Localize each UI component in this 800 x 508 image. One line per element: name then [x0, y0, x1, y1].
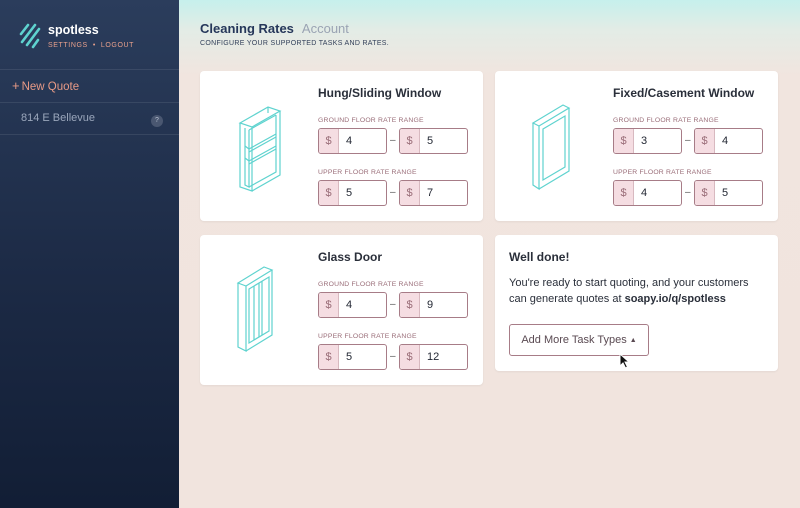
caret-up-icon: ▲ [629, 337, 637, 344]
range-dash: – [685, 135, 691, 146]
ground-floor-label: GROUND FLOOR RATE RANGE [318, 281, 424, 288]
task-card-casement-window: Fixed/Casement Window GROUND FLOOR RATE … [495, 71, 778, 221]
dollar-icon: $ [614, 181, 634, 205]
sidebar: spotless SETTINGS • LOGOUT + New Quote 814 … [0, 0, 179, 508]
upper-max-value: 5 [722, 187, 729, 199]
link-separator: • [92, 42, 96, 49]
range-dash: – [685, 187, 691, 198]
quote-address: 814 E Bellevue [21, 112, 95, 124]
new-quote-button[interactable]: + New Quote [12, 78, 79, 93]
ground-floor-label: GROUND FLOOR RATE RANGE [318, 117, 424, 124]
logout-link[interactable]: LOGOUT [101, 42, 134, 49]
brand-links: SETTINGS • LOGOUT [48, 42, 134, 49]
ground-max-field[interactable]: $9 [399, 292, 468, 318]
tabs: Cleaning Rates Account [200, 21, 349, 36]
upper-max-value: 12 [427, 351, 440, 363]
ground-max-field[interactable]: $4 [694, 128, 763, 154]
ground-max-value: 4 [722, 135, 729, 147]
ground-max-value: 9 [427, 299, 434, 311]
dollar-icon: $ [400, 345, 420, 369]
upper-max-field[interactable]: $12 [399, 344, 468, 370]
ground-min-value: 4 [346, 299, 353, 311]
upper-min-value: 4 [641, 187, 648, 199]
well-done-text: You're ready to start quoting, and your … [509, 276, 769, 307]
upper-min-value: 5 [346, 351, 353, 363]
dollar-icon: $ [319, 293, 339, 317]
settings-link[interactable]: SETTINGS [48, 42, 88, 49]
page-subtitle: CONFIGURE YOUR SUPPORTED TASKS AND RATES… [200, 40, 390, 47]
task-title: Fixed/Casement Window [613, 86, 755, 100]
upper-max-value: 7 [427, 187, 434, 199]
main-content: Cleaning Rates Account CONFIGURE YOUR SUP… [179, 0, 800, 508]
tab-cleaning-rates[interactable]: Cleaning Rates [200, 21, 294, 36]
dollar-icon: $ [695, 181, 715, 205]
dollar-icon: $ [400, 293, 420, 317]
range-dash: – [390, 299, 396, 310]
add-more-task-types-button[interactable]: Add More Task Types ▲ [509, 324, 649, 356]
dollar-icon: $ [319, 345, 339, 369]
ground-floor-label: GROUND FLOOR RATE RANGE [613, 117, 719, 124]
upper-min-value: 5 [346, 187, 353, 199]
casement-window-icon [531, 104, 571, 191]
new-quote-label: New Quote [21, 81, 80, 93]
dollar-icon: $ [319, 129, 339, 153]
dollar-icon: $ [319, 181, 339, 205]
dollar-icon: $ [695, 129, 715, 153]
add-more-label: Add More Task Types [521, 334, 627, 346]
help-badge: ? [151, 115, 163, 127]
mouse-cursor-icon [619, 353, 631, 369]
dollar-icon: $ [400, 181, 420, 205]
well-done-card: Well done! You're ready to start quoting… [495, 235, 778, 371]
ground-max-value: 5 [427, 135, 434, 147]
ground-min-field[interactable]: $3 [613, 128, 682, 154]
ground-max-field[interactable]: $5 [399, 128, 468, 154]
quote-url: soapy.io/q/spotless [624, 292, 726, 305]
upper-floor-label: UPPER FLOOR RATE RANGE [613, 169, 712, 176]
hung-window-icon [238, 106, 282, 192]
task-card-hung-window: Hung/Sliding Window GROUND FLOOR RATE RA… [200, 71, 483, 221]
dollar-icon: $ [400, 129, 420, 153]
brand-name: spotless [48, 23, 99, 37]
glass-door-icon [236, 266, 274, 352]
ground-min-value: 3 [641, 135, 648, 147]
upper-floor-label: UPPER FLOOR RATE RANGE [318, 333, 417, 340]
task-title: Hung/Sliding Window [318, 86, 442, 100]
sidebar-item-quote[interactable]: 814 E Bellevue ? [0, 103, 179, 134]
spotless-logo-icon [19, 23, 41, 49]
upper-floor-label: UPPER FLOOR RATE RANGE [318, 169, 417, 176]
task-card-glass-door: Glass Door GROUND FLOOR RATE RANGE $4 – … [200, 235, 483, 385]
upper-min-field[interactable]: $5 [318, 344, 387, 370]
upper-min-field[interactable]: $4 [613, 180, 682, 206]
tab-account[interactable]: Account [302, 21, 349, 36]
upper-max-field[interactable]: $5 [694, 180, 763, 206]
range-dash: – [390, 351, 396, 362]
plus-icon: + [12, 78, 20, 93]
dollar-icon: $ [614, 129, 634, 153]
range-dash: – [390, 187, 396, 198]
sidebar-divider [0, 69, 179, 70]
ground-min-value: 4 [346, 135, 353, 147]
sidebar-divider [0, 134, 179, 135]
upper-max-field[interactable]: $7 [399, 180, 468, 206]
ground-min-field[interactable]: $4 [318, 292, 387, 318]
upper-min-field[interactable]: $5 [318, 180, 387, 206]
task-title: Glass Door [318, 250, 383, 264]
brand: spotless SETTINGS • LOGOUT [18, 20, 134, 50]
range-dash: – [390, 135, 396, 146]
well-done-title: Well done! [509, 250, 570, 264]
ground-min-field[interactable]: $4 [318, 128, 387, 154]
